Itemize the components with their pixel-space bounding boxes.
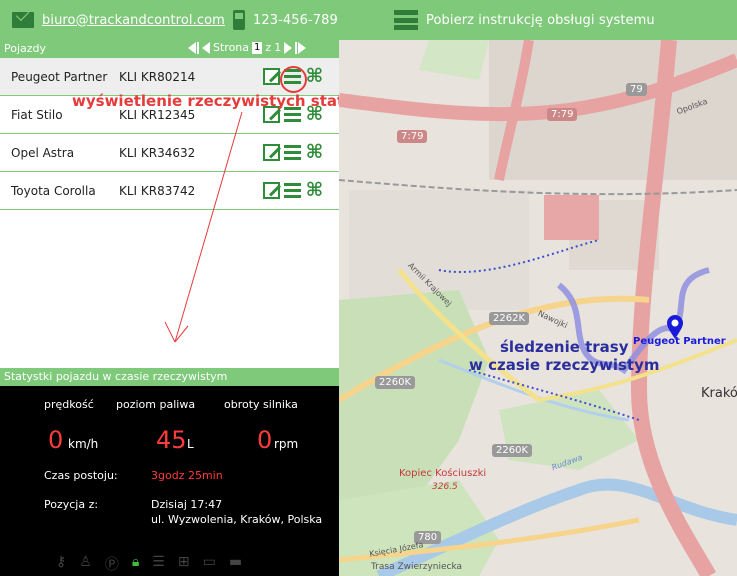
of-label: z <box>265 41 272 54</box>
first-page-button[interactable] <box>188 41 199 54</box>
road-shield: 7:79 <box>547 108 578 121</box>
car-icon: ▭ <box>202 554 216 570</box>
lock-icon: 🔒︎ <box>131 554 140 570</box>
command-icon[interactable]: ⌘ <box>305 181 324 200</box>
tracking-annotation: śledzenie trasy w czasie rzeczywistym <box>469 338 660 374</box>
page-input[interactable]: 1 <box>252 41 263 54</box>
vehicles-header: Pojazdy Strona 1 z 1 <box>0 40 339 58</box>
road-shield: 2260K <box>375 376 416 389</box>
phone-icon <box>233 10 245 30</box>
city-label: Krakó <box>701 386 737 401</box>
email-text[interactable]: biuro@trackandcontrol.com <box>42 13 225 28</box>
first-page-icon <box>188 41 196 54</box>
left-panel: Pojazdy Strona 1 z 1 Peugeot Partner KLI… <box>0 40 462 576</box>
position-address: ul. Wyzwolenia, Kraków, Polska <box>151 513 323 526</box>
status-icons: ⚷ ♙ Ⓟ 🔒︎ ☰ ⊞ ▭ ▬ <box>56 554 242 574</box>
next-page-button[interactable] <box>284 41 293 54</box>
map-canvas <box>339 40 737 576</box>
vehicle-plate: KLI KR80214 <box>119 70 196 84</box>
manual-download-link[interactable]: Pobierz instrukcję obsługi systemu <box>394 0 655 40</box>
rpm-unit: rpm <box>274 437 299 451</box>
headlight-icon: ☰ <box>152 554 165 570</box>
key-icon: ⚷ <box>56 554 67 570</box>
idle-label: Czas postoju: <box>44 469 118 482</box>
speed-unit: km/h <box>68 437 99 451</box>
road-shield: 2260K <box>492 444 533 457</box>
menu-icon <box>394 10 418 30</box>
landmark-elevation: 326.5 <box>432 482 458 492</box>
email-link[interactable]: biuro@trackandcontrol.com <box>12 0 225 40</box>
top-bar: biuro@trackandcontrol.com 123-456-789 Po… <box>0 0 737 40</box>
vehicle-name: Opel Astra <box>11 146 75 160</box>
prev-page-button[interactable] <box>202 41 210 54</box>
tracking-annotation-line2: w czasie rzeczywistym <box>469 356 660 374</box>
edit-icon[interactable] <box>263 182 280 199</box>
edit-icon[interactable] <box>263 144 280 161</box>
stats-header: Statystki pojazdu w czasie rzeczywistym <box>0 368 339 386</box>
fuel-label: poziom paliwa <box>116 398 196 411</box>
stats-list-icon[interactable] <box>284 183 301 198</box>
position-time: Dzisiaj 17:47 <box>151 498 223 511</box>
rpm-value: 0 <box>257 426 273 454</box>
road-shield: 7:79 <box>397 130 428 143</box>
road-shield: 2262K <box>489 312 530 325</box>
fuel-unit: L <box>187 437 194 451</box>
map-view[interactable]: 7:79 7:79 2262K 2260K 2260K 780 79 Nawoj… <box>339 40 737 576</box>
vehicle-name: Toyota Corolla <box>11 184 96 198</box>
idle-value: 3godz 25min <box>151 469 223 482</box>
vehicles-title: Pojazdy <box>4 42 47 55</box>
speed-value: 0 <box>48 426 64 454</box>
vehicle-name: Peugeot Partner <box>11 70 108 84</box>
speed-label: prędkość <box>44 398 94 411</box>
rpm-label: obroty silnika <box>224 398 298 411</box>
car-trunk-icon: ▬ <box>228 554 243 570</box>
manual-text[interactable]: Pobierz instrukcję obsługi systemu <box>426 13 655 28</box>
envelope-icon <box>12 12 34 28</box>
command-icon[interactable]: ⌘ <box>305 143 324 162</box>
street-label: Trasa Zwierzyniecka <box>371 562 463 572</box>
page-label: Strona <box>213 41 250 54</box>
phone-info: 123-456-789 <box>233 0 338 40</box>
edit-icon[interactable] <box>263 68 280 85</box>
command-icon[interactable]: ⌘ <box>305 67 324 86</box>
last-page-button[interactable] <box>295 41 307 54</box>
total-pages: 1 <box>274 41 282 54</box>
seatbelt-icon: ♙ <box>79 554 92 570</box>
pager: Strona 1 z 1 <box>188 41 307 54</box>
vehicle-name: Fiat Stilo <box>11 108 63 122</box>
stats-panel: prędkość poziom paliwa obroty silnika 0 … <box>0 386 339 576</box>
highlight-circle <box>280 66 307 93</box>
stats-list-icon[interactable] <box>284 145 301 160</box>
fog-light-icon: ⊞ <box>177 554 190 570</box>
last-page-icon <box>298 41 307 54</box>
parking-icon: Ⓟ <box>104 557 119 573</box>
tracking-annotation-line1: śledzenie trasy <box>500 338 629 356</box>
fuel-value: 45 <box>156 426 187 454</box>
road-shield: 79 <box>626 83 647 96</box>
landmark-label: Kopiec Kościuszki <box>399 468 487 479</box>
annotation-arrow <box>164 111 243 343</box>
position-label: Pozycja z: <box>44 498 99 511</box>
phone-text: 123-456-789 <box>253 12 338 28</box>
